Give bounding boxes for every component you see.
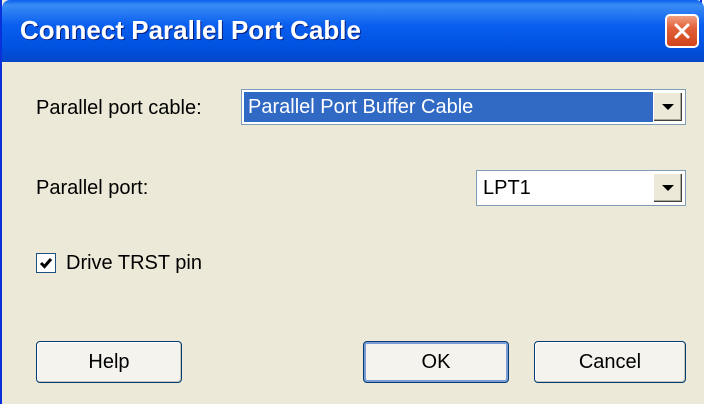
parallel-port-label: Parallel port: xyxy=(36,177,149,199)
chevron-down-icon xyxy=(662,104,674,110)
parallel-port-cable-label: Parallel port cable: xyxy=(36,97,202,119)
drive-trst-checkbox[interactable] xyxy=(36,253,56,273)
cancel-button[interactable]: Cancel xyxy=(534,341,686,383)
help-button[interactable]: Help xyxy=(36,341,182,383)
parallel-port-value: LPT1 xyxy=(483,177,531,199)
chevron-down-icon xyxy=(662,185,674,191)
parallel-port-cable-select[interactable]: Parallel Port Buffer Cable xyxy=(241,89,686,125)
connect-parallel-port-cable-dialog: Connect Parallel Port Cable Parallel por… xyxy=(0,0,704,404)
close-button[interactable] xyxy=(665,14,699,48)
parallel-port-cable-value: Parallel Port Buffer Cable xyxy=(244,92,653,122)
port-dropdown-button[interactable] xyxy=(653,173,683,203)
cable-dropdown-button[interactable] xyxy=(653,92,683,122)
drive-trst-label[interactable]: Drive TRST pin xyxy=(66,251,202,275)
checkmark-icon xyxy=(39,258,53,269)
dialog-body: Parallel port cable: Parallel Port Buffe… xyxy=(2,62,704,404)
close-icon xyxy=(674,23,690,39)
ok-button[interactable]: OK xyxy=(363,341,509,383)
title-bar[interactable]: Connect Parallel Port Cable xyxy=(2,0,704,62)
parallel-port-select[interactable]: LPT1 xyxy=(476,170,686,206)
window-title: Connect Parallel Port Cable xyxy=(20,15,361,45)
